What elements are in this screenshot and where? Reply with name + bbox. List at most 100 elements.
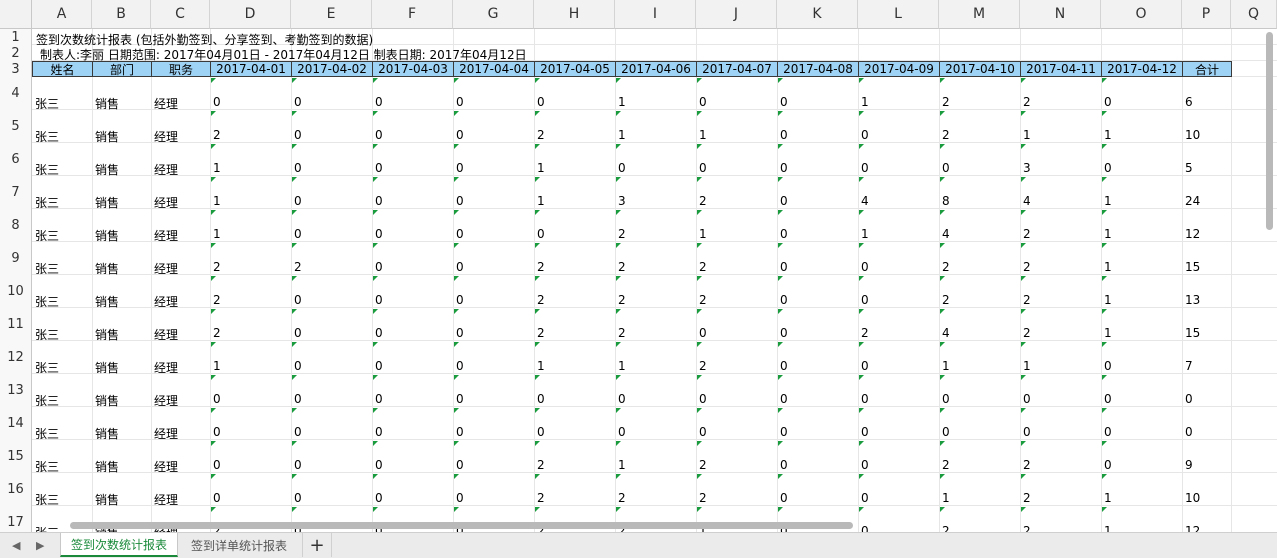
table-cell-text[interactable]: 销售 — [95, 161, 119, 178]
table-cell-value[interactable]: 2 — [213, 326, 221, 340]
table-cell-value[interactable]: 0 — [861, 458, 869, 472]
table-cell-value[interactable]: 9 — [1185, 458, 1193, 472]
table-cell-value[interactable]: 2 — [537, 491, 545, 505]
table-cell-value[interactable]: 2 — [618, 326, 626, 340]
table-cell-value[interactable]: 0 — [780, 194, 788, 208]
table-cell-value[interactable]: 0 — [861, 392, 869, 406]
row-header[interactable]: 15 — [0, 440, 32, 473]
table-cell-value[interactable]: 1 — [1104, 260, 1112, 274]
row-header[interactable]: 14 — [0, 407, 32, 440]
table-cell-value[interactable]: 2 — [1023, 524, 1031, 532]
table-cell-value[interactable]: 2 — [1023, 458, 1031, 472]
row-header[interactable]: 10 — [0, 275, 32, 308]
column-header[interactable]: O — [1101, 0, 1182, 29]
table-cell-text[interactable]: 张三 — [35, 491, 59, 508]
table-cell-value[interactable]: 2 — [1023, 95, 1031, 109]
table-header-cell[interactable]: 2017-04-06 — [615, 61, 696, 77]
table-cell-value[interactable]: 1 — [699, 227, 707, 241]
next-sheet-icon[interactable]: ▶ — [36, 539, 44, 552]
column-header[interactable]: F — [372, 0, 453, 29]
table-cell-value[interactable]: 0 — [456, 260, 464, 274]
table-cell-value[interactable]: 2 — [699, 260, 707, 274]
table-cell-value[interactable]: 0 — [456, 326, 464, 340]
table-cell-value[interactable]: 0 — [1104, 425, 1112, 439]
table-cell-value[interactable]: 0 — [1023, 392, 1031, 406]
table-cell-value[interactable]: 0 — [456, 194, 464, 208]
table-cell-value[interactable]: 24 — [1185, 194, 1200, 208]
sheet-tab[interactable]: 签到详单统计报表 — [180, 533, 298, 557]
table-cell-value[interactable]: 2 — [1023, 227, 1031, 241]
table-cell-value[interactable]: 0 — [294, 392, 302, 406]
table-cell-value[interactable]: 2 — [537, 458, 545, 472]
table-cell-value[interactable]: 0 — [456, 161, 464, 175]
table-cell-value[interactable]: 0 — [375, 194, 383, 208]
table-cell-value[interactable]: 0 — [456, 95, 464, 109]
table-cell-value[interactable]: 2 — [618, 293, 626, 307]
table-cell-value[interactable]: 0 — [1104, 161, 1112, 175]
table-cell-text[interactable]: 经理 — [154, 491, 178, 508]
table-cell-value[interactable]: 2 — [537, 293, 545, 307]
table-cell-text[interactable]: 经理 — [154, 95, 178, 112]
vertical-scrollbar[interactable] — [1266, 32, 1273, 230]
table-cell-value[interactable]: 0 — [780, 458, 788, 472]
row-header[interactable]: 1 — [0, 29, 32, 45]
column-header[interactable]: C — [151, 0, 210, 29]
spreadsheet-grid[interactable]: ABCDEFGHIJKLMNOPQ 1 2 3 4 5 6 7 8 9 10 11 12 13 14 15 1… — [0, 0, 1277, 532]
table-cell-value[interactable]: 0 — [780, 293, 788, 307]
table-cell-value[interactable]: 2 — [942, 260, 950, 274]
table-cell-text[interactable]: 张三 — [35, 194, 59, 211]
table-cell-value[interactable]: 0 — [699, 161, 707, 175]
table-cell-value[interactable]: 1 — [1104, 194, 1112, 208]
table-cell-text[interactable]: 销售 — [95, 95, 119, 112]
table-cell-value[interactable]: 0 — [294, 293, 302, 307]
table-cell-value[interactable]: 0 — [780, 95, 788, 109]
table-cell-text[interactable]: 张三 — [35, 227, 59, 244]
table-cell-value[interactable]: 0 — [294, 194, 302, 208]
table-cell-value[interactable]: 0 — [294, 128, 302, 142]
table-cell-value[interactable]: 0 — [1104, 359, 1112, 373]
table-cell-value[interactable]: 0 — [456, 128, 464, 142]
table-cell-text[interactable]: 经理 — [154, 161, 178, 178]
table-cell-value[interactable]: 0 — [699, 392, 707, 406]
table-cell-value[interactable]: 2 — [942, 95, 950, 109]
table-cell-value[interactable]: 1 — [213, 161, 221, 175]
table-cell-value[interactable]: 0 — [618, 161, 626, 175]
row-header[interactable]: 9 — [0, 242, 32, 275]
table-cell-value[interactable]: 1 — [213, 227, 221, 241]
prev-sheet-icon[interactable]: ◀ — [12, 539, 20, 552]
table-cell-value[interactable]: 10 — [1185, 128, 1200, 142]
table-cell-value[interactable]: 2 — [618, 491, 626, 505]
table-cell-value[interactable]: 0 — [375, 491, 383, 505]
table-cell-value[interactable]: 0 — [375, 392, 383, 406]
table-cell-value[interactable]: 2 — [699, 194, 707, 208]
add-sheet-button[interactable]: + — [302, 533, 332, 557]
column-header[interactable]: D — [210, 0, 291, 29]
table-cell-value[interactable]: 2 — [942, 293, 950, 307]
table-cell-text[interactable]: 销售 — [95, 293, 119, 310]
table-cell-text[interactable]: 销售 — [95, 425, 119, 442]
table-cell-value[interactable]: 3 — [618, 194, 626, 208]
table-cell-value[interactable]: 0 — [375, 227, 383, 241]
table-cell-value[interactable]: 2 — [1023, 293, 1031, 307]
table-cell-value[interactable]: 0 — [294, 227, 302, 241]
table-cell-value[interactable]: 0 — [699, 95, 707, 109]
column-header[interactable]: B — [92, 0, 151, 29]
table-cell-value[interactable]: 2 — [213, 260, 221, 274]
table-cell-value[interactable]: 1 — [213, 359, 221, 373]
table-cell-value[interactable]: 1 — [618, 95, 626, 109]
table-cell-text[interactable]: 张三 — [35, 326, 59, 343]
table-cell-value[interactable]: 0 — [780, 326, 788, 340]
table-cell-value[interactable]: 0 — [294, 95, 302, 109]
table-cell-value[interactable]: 0 — [456, 359, 464, 373]
table-cell-value[interactable]: 1 — [213, 194, 221, 208]
row-header[interactable]: 11 — [0, 308, 32, 341]
table-cell-value[interactable]: 1 — [861, 95, 869, 109]
table-cell-value[interactable]: 1 — [942, 359, 950, 373]
table-cell-value[interactable]: 0 — [375, 161, 383, 175]
table-cell-value[interactable]: 5 — [1185, 161, 1193, 175]
row-header[interactable]: 17 — [0, 506, 32, 532]
table-header-cell[interactable]: 职务 — [151, 61, 210, 77]
table-cell-value[interactable]: 0 — [375, 95, 383, 109]
column-header[interactable]: P — [1182, 0, 1231, 29]
table-cell-text[interactable]: 销售 — [95, 491, 119, 508]
